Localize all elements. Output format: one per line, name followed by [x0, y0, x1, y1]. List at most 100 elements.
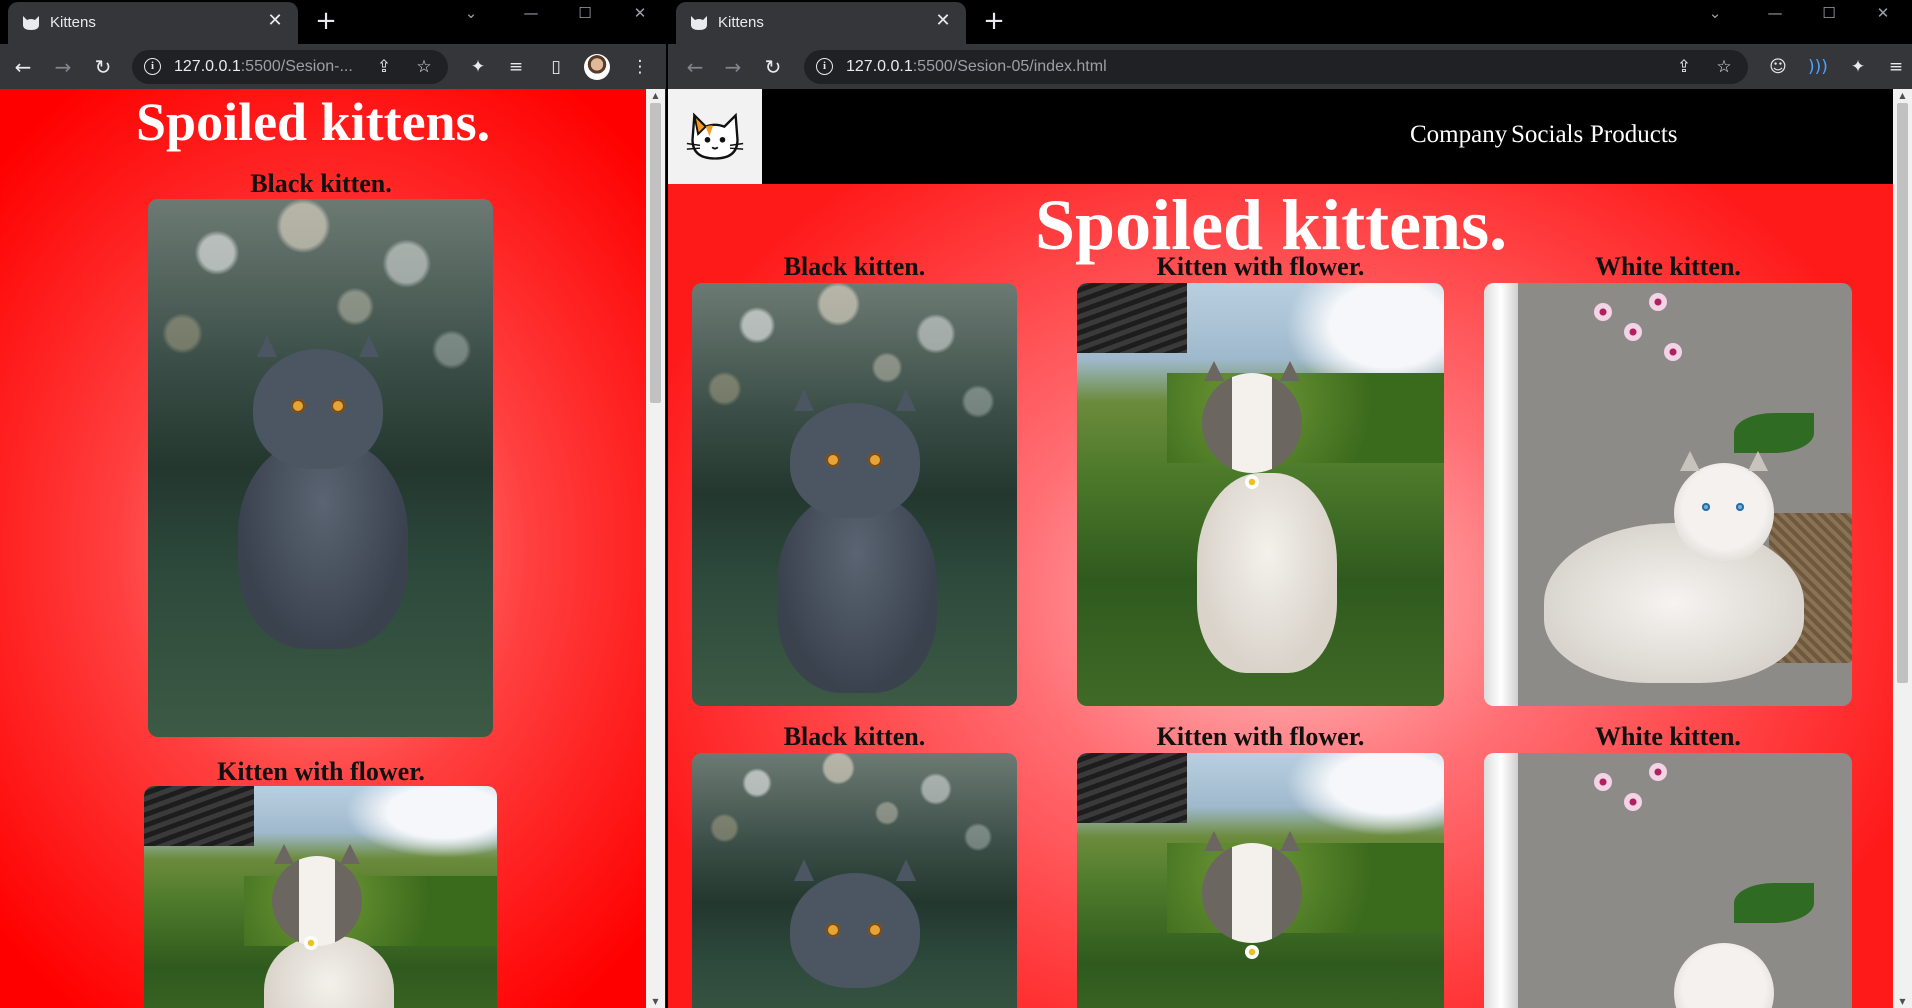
- cat-eye: [291, 399, 305, 413]
- cat-head: [1202, 361, 1302, 473]
- site-logo[interactable]: [668, 89, 762, 184]
- cat-logo-icon: [686, 112, 744, 160]
- media-queue-icon[interactable]: ≡: [1884, 55, 1908, 79]
- nav-link-socials[interactable]: Socials: [1511, 121, 1583, 149]
- minimize-button[interactable]: —: [1760, 4, 1790, 22]
- address-bar[interactable]: i 127.0.0.1:5500/Sesion-05/index.html ⇪ …: [804, 50, 1748, 84]
- browser-toolbar: ← → ↻ i 127.0.0.1:5500/Sesion-05/index.h…: [668, 44, 1912, 89]
- card-caption: White kitten.: [1595, 722, 1741, 751]
- tab-search-icon[interactable]: ⌄: [1700, 4, 1730, 22]
- scrollbar-thumb[interactable]: [1897, 103, 1908, 683]
- back-arrow-icon[interactable]: ←: [10, 54, 36, 80]
- cat-extension-icon[interactable]: ☺: [1766, 55, 1790, 79]
- extensions-puzzle-icon[interactable]: ✦: [466, 55, 490, 79]
- tab-title: Kittens: [50, 14, 96, 31]
- forward-arrow-icon[interactable]: →: [50, 54, 76, 80]
- more-menu-icon[interactable]: ⋮: [628, 55, 652, 79]
- kitten-with-flower-image: [1077, 753, 1444, 1008]
- roof-shape: [1077, 753, 1187, 823]
- close-window-button[interactable]: ✕: [625, 4, 655, 22]
- page-viewport: Spoiled kittens. Black kitten. Kitten wi…: [0, 89, 666, 1008]
- reload-icon[interactable]: ↻: [90, 54, 116, 80]
- cat-ear: [1280, 831, 1300, 851]
- minimize-button[interactable]: —: [516, 4, 546, 22]
- card-caption: Black kitten.: [783, 722, 926, 751]
- profile-avatar[interactable]: [584, 54, 610, 80]
- new-tab-button[interactable]: +: [980, 7, 1008, 35]
- cat-eye: [868, 453, 882, 467]
- page-scrollbar[interactable]: ▲ ▼: [1893, 89, 1912, 1008]
- cat-head: [1202, 831, 1302, 943]
- black-kitten-image: [148, 199, 493, 737]
- cat-head: [272, 844, 362, 946]
- white-kitten-image: [1484, 753, 1852, 1008]
- site-info-icon[interactable]: i: [816, 58, 833, 75]
- white-kitten-image: [1484, 283, 1852, 706]
- cat-eye: [331, 399, 345, 413]
- cat-ear: [896, 389, 916, 411]
- scroll-down-icon[interactable]: ▼: [650, 997, 661, 1006]
- cat-figure: [777, 493, 937, 693]
- cat-eye: [826, 453, 840, 467]
- page-body: Company Socials Products Spoiled kittens…: [668, 89, 1893, 1008]
- browser-toolbar: ← → ↻ i 127.0.0.1:5500/Sesion-... ⇪ ☆ ✦ …: [0, 44, 666, 89]
- roof-shape: [1077, 283, 1187, 353]
- cat-head: [790, 389, 920, 518]
- browser-tab[interactable]: Kittens ✕: [676, 2, 966, 44]
- flower-shape: [304, 936, 318, 950]
- bookmark-star-icon[interactable]: ☆: [412, 55, 436, 79]
- cat-ear: [1204, 831, 1224, 851]
- forward-arrow-icon[interactable]: →: [720, 54, 746, 80]
- leaf-shape: [1734, 413, 1814, 453]
- nav-link-products[interactable]: Products: [1590, 121, 1678, 149]
- scroll-up-icon[interactable]: ▲: [1897, 91, 1908, 100]
- cat-ear: [1204, 361, 1224, 381]
- tab-strip: Kittens ✕ + ⌄ — ☐ ✕: [668, 0, 1912, 44]
- nav-link-company[interactable]: Company: [1410, 121, 1507, 149]
- browser-tab[interactable]: Kittens ✕: [8, 2, 298, 44]
- cat-face-icon: [691, 16, 707, 30]
- page-scrollbar[interactable]: ▲ ▼: [646, 89, 665, 1008]
- cat-ear: [1748, 451, 1768, 471]
- site-info-icon[interactable]: i: [144, 58, 161, 75]
- cat-face-icon: [23, 16, 39, 30]
- cat-ear: [1680, 451, 1700, 471]
- reload-icon[interactable]: ↻: [760, 54, 786, 80]
- tab-title: Kittens: [718, 14, 764, 31]
- cat-ear: [359, 335, 379, 357]
- cat-figure: [238, 439, 408, 649]
- scroll-up-icon[interactable]: ▲: [650, 91, 661, 100]
- orchid-flower: [1594, 303, 1612, 321]
- cat-eye: [1736, 503, 1744, 511]
- close-tab-icon[interactable]: ✕: [932, 10, 954, 32]
- roof-shape: [144, 786, 254, 846]
- address-bar[interactable]: i 127.0.0.1:5500/Sesion-... ⇪ ☆: [132, 50, 448, 84]
- black-kitten-image: [692, 753, 1017, 1008]
- side-panel-icon[interactable]: ▯: [544, 55, 568, 79]
- share-icon[interactable]: ⇪: [372, 55, 396, 79]
- share-icon[interactable]: ⇪: [1672, 55, 1696, 79]
- new-tab-button[interactable]: +: [312, 7, 340, 35]
- maximize-button[interactable]: ☐: [1814, 4, 1844, 22]
- card-caption: Kitten with flower.: [217, 757, 425, 786]
- cat-eye: [826, 923, 840, 937]
- maximize-button[interactable]: ☐: [570, 4, 600, 22]
- extensions-puzzle-icon[interactable]: ✦: [1846, 55, 1870, 79]
- tab-search-icon[interactable]: ⌄: [456, 4, 486, 22]
- leaf-shape: [1734, 883, 1814, 923]
- bookmark-star-icon[interactable]: ☆: [1712, 55, 1736, 79]
- page-viewport: Company Socials Products Spoiled kittens…: [668, 89, 1912, 1008]
- scroll-down-icon[interactable]: ▼: [1897, 997, 1908, 1006]
- tab-strip: Kittens ✕ + ⌄ — ☐ ✕: [0, 0, 666, 44]
- close-window-button[interactable]: ✕: [1868, 4, 1898, 22]
- live-server-icon[interactable]: ))): [1806, 55, 1830, 79]
- media-queue-icon[interactable]: ≡: [504, 55, 528, 79]
- cat-head: [1674, 943, 1774, 1008]
- back-arrow-icon[interactable]: ←: [682, 54, 708, 80]
- cat-head: [1674, 451, 1774, 563]
- url-text: 127.0.0.1:5500/Sesion-05/index.html: [846, 58, 1107, 75]
- cat-ear: [340, 844, 360, 864]
- close-tab-icon[interactable]: ✕: [264, 10, 286, 32]
- scrollbar-thumb[interactable]: [650, 103, 661, 403]
- cat-eye: [868, 923, 882, 937]
